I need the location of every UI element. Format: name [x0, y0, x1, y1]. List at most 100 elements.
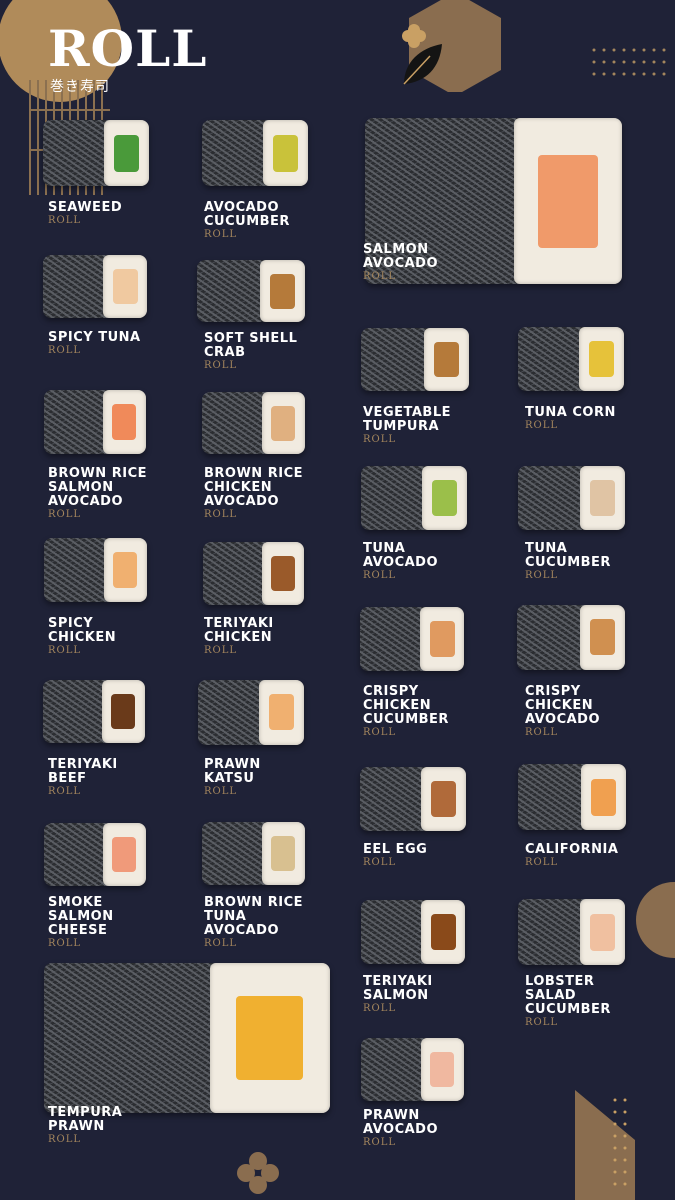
sushi-roll-image [44, 390, 146, 454]
roll-filling [114, 135, 139, 172]
sushi-roll-image [518, 466, 625, 530]
rice-end [421, 900, 465, 964]
dots-decoration-top [592, 48, 666, 76]
roll-filling [112, 837, 136, 872]
item-name: TUNA CUCUMBER [525, 541, 611, 570]
item-name: CALIFORNIA [525, 842, 619, 857]
item-category: ROLL [48, 1134, 82, 1145]
roll-filling [271, 406, 295, 441]
item-category: ROLL [48, 345, 82, 356]
sushi-roll-image [361, 466, 467, 530]
roll-filling [271, 556, 295, 591]
rice-end [262, 392, 305, 454]
item-name: CRISPY CHICKEN CUCUMBER [363, 684, 449, 727]
sushi-roll-image [360, 607, 464, 671]
rice-end [580, 605, 625, 670]
item-category: ROLL [525, 857, 559, 868]
rice-end [259, 680, 304, 745]
item-category: ROLL [525, 1017, 559, 1028]
item-name: BROWN RICE TUNA AVOCADO [204, 895, 303, 938]
item-category: ROLL [204, 360, 238, 371]
page-subtitle: 巻き寿司 [50, 79, 110, 95]
page-title: ROLL [48, 19, 208, 78]
bottom-right-decoration [575, 1090, 635, 1200]
rice-end [260, 260, 305, 322]
item-name: SPICY TUNA [48, 330, 141, 345]
rice-end [580, 466, 625, 530]
sushi-roll-image [44, 963, 330, 1113]
item-name: LOBSTER SALAD CUCUMBER [525, 974, 611, 1017]
sushi-roll-image [517, 605, 625, 670]
item-category: ROLL [48, 938, 82, 949]
item-name: TUNA CORN [525, 405, 616, 420]
item-category: ROLL [204, 509, 238, 520]
sushi-roll-image [197, 260, 305, 322]
item-category: ROLL [363, 271, 397, 282]
roll-filling [434, 342, 459, 377]
rice-end [210, 963, 330, 1113]
sushi-roll-image [202, 120, 308, 186]
item-category: ROLL [204, 938, 238, 949]
roll-filling [432, 480, 457, 516]
rice-end [103, 823, 146, 886]
item-name: SMOKE SALMON CHEESE [48, 895, 114, 938]
item-name: TERIYAKI SALMON [363, 974, 433, 1003]
rice-end [263, 120, 308, 186]
roll-filling [431, 781, 456, 817]
rice-end [104, 538, 147, 602]
half-circle-decoration [636, 882, 675, 958]
roll-filling [430, 621, 455, 657]
sushi-roll-image [202, 822, 305, 885]
item-category: ROLL [48, 645, 82, 656]
sushi-roll-image [202, 392, 305, 454]
item-category: ROLL [48, 786, 82, 797]
item-name: AVOCADO CUCUMBER [204, 200, 290, 229]
item-category: ROLL [204, 645, 238, 656]
sushi-roll-image [198, 680, 304, 745]
item-category: ROLL [525, 420, 559, 431]
item-name: PRAWN KATSU [204, 757, 261, 786]
roll-filling [430, 1052, 454, 1087]
item-name: BROWN RICE SALMON AVOCADO [48, 466, 147, 509]
rice-end [420, 607, 464, 671]
item-category: ROLL [204, 786, 238, 797]
sushi-roll-image [518, 764, 626, 830]
sushi-roll-image [43, 120, 149, 186]
rice-end [104, 120, 149, 186]
item-name: TERIYAKI BEEF [48, 757, 118, 786]
sushi-roll-image [518, 327, 624, 391]
item-name: PRAWN AVOCADO [363, 1108, 439, 1137]
item-name: SOFT SHELL CRAB [204, 331, 298, 360]
roll-filling [538, 155, 598, 248]
rice-end [422, 466, 467, 530]
leaf-icon [402, 24, 442, 85]
roll-filling [236, 996, 303, 1080]
item-name: EEL EGG [363, 842, 428, 857]
rice-end [262, 542, 304, 605]
roll-filling [271, 836, 295, 871]
sushi-roll-image [44, 823, 146, 886]
item-category: ROLL [363, 1003, 397, 1014]
rice-end [580, 899, 625, 965]
roll-filling [590, 480, 615, 516]
rice-end [424, 328, 469, 391]
roll-filling [270, 274, 295, 309]
sushi-roll-image [44, 538, 147, 602]
rice-end [421, 767, 466, 831]
roll-filling [590, 914, 615, 951]
rice-end [103, 255, 147, 318]
roll-filling [113, 269, 138, 304]
item-name: SPICY CHICKEN [48, 616, 117, 645]
roll-filling [273, 135, 298, 172]
item-category: ROLL [48, 509, 82, 520]
item-name: VEGETABLE TUMPURA [363, 405, 451, 434]
roll-filling [590, 619, 615, 655]
roll-filling [431, 914, 456, 950]
item-name: TEMPURA PRAWN [48, 1105, 123, 1134]
sushi-roll-image [43, 680, 145, 743]
roll-filling [111, 694, 135, 729]
rice-end [514, 118, 622, 284]
roll-filling [113, 552, 137, 588]
roll-filling [591, 779, 616, 816]
rice-end [421, 1038, 464, 1101]
